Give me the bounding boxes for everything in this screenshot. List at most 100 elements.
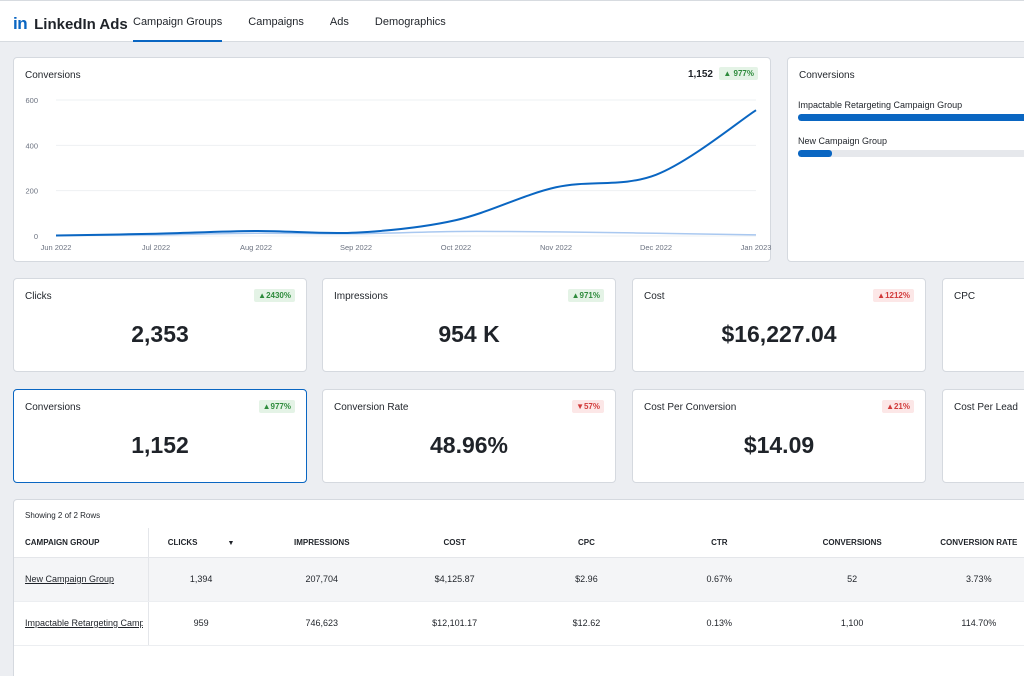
x-tick-label: Oct 2022 [441,243,471,252]
metric-label: Cost Per Conversion [644,402,737,413]
table-cell: 746,623 [253,601,391,646]
table-cell: $2.96 [518,557,654,602]
metric-card-cost-per-lead[interactable]: Cost Per Lead [942,389,1024,483]
table-cell: Impactable Retargeting Campaign Group [14,601,149,646]
arrow-up-icon: ▲ [886,402,894,411]
column-header[interactable]: CPC [518,528,654,558]
y-tick-label: 0 [34,232,38,241]
table-row: Impactable Retargeting Campaign Group 95… [14,601,1024,646]
campaign-groups-table: CAMPAIGN GROUP CLICKS ▼ IMPRESSIONS COST … [14,528,1024,646]
x-tick-label: Jun 2022 [41,243,72,252]
metric-label: Conversion Rate [334,402,409,413]
campaign-group-link[interactable]: Impactable Retargeting Campaign Group [25,618,143,628]
column-header[interactable]: IMPRESSIONS [253,528,391,558]
table-cell: 0.67% [653,557,785,602]
x-tick-label: Nov 2022 [540,243,572,252]
app-title: LinkedIn Ads [34,15,128,33]
table-cell: 3.73% [919,557,1024,602]
column-header[interactable]: CONVERSIONS [784,528,920,558]
metric-label: Cost Per Lead [954,402,1018,413]
metric-card-clicks[interactable]: Clicks ▲2430% 2,353 [13,278,307,372]
column-header[interactable]: CAMPAIGN GROUP [14,528,149,558]
metric-card-cost-per-conversion[interactable]: Cost Per Conversion ▲21% $14.09 [632,389,926,483]
y-tick-label: 600 [25,96,38,105]
arrow-up-icon: ▲ [571,291,580,300]
metric-card-cost[interactable]: Cost ▲1212% $16,227.04 [632,278,926,372]
metric-card-impressions[interactable]: Impressions ▲971% 954 K [322,278,616,372]
table-cell: $12.62 [518,601,654,646]
arrow-up-icon: ▲ [262,402,271,411]
x-tick-label: Jan 2023 [741,243,772,252]
metric-label: Impressions [334,291,388,302]
table-cell: 1,100 [784,601,920,646]
metric-label: Clicks [25,291,52,302]
table-cell: New Campaign Group [14,557,149,602]
conversions-chart-card: Conversions 1,152 ▲ 977% 0 200 400 600 Jun 2… [13,57,771,262]
column-header[interactable]: CTR [653,528,785,558]
linkedin-logo-icon: in [13,14,28,33]
column-header-label: CLICKS [167,537,198,547]
tab-ads[interactable]: Ads [330,1,349,42]
metric-value: $14.09 [743,432,815,458]
metric-value: $16,227.04 [721,321,837,347]
change-value: 2430% [266,291,291,300]
group-bar-fill [798,150,833,157]
sort-desc-icon[interactable]: ▼ [228,540,235,547]
table-cell: 0.13% [653,601,785,646]
metric-value: 1,152 [131,432,189,458]
metric-label: Conversions [25,402,81,413]
group-bar-track [798,150,1024,157]
y-tick-label: 200 [25,187,38,196]
campaign-group-link[interactable]: New Campaign Group [25,574,143,584]
metric-label: CPC [954,291,976,302]
change-badge: ▲21% [882,400,914,413]
arrow-down-icon: ▼ [576,402,584,411]
change-value: 1212% [885,291,910,300]
change-value: 57% [583,402,600,411]
table-cell: 207,704 [253,557,391,602]
tab-campaigns[interactable]: Campaigns [248,1,304,42]
table-header-row: CAMPAIGN GROUP CLICKS ▼ IMPRESSIONS COST … [14,528,1024,558]
tab-campaign-groups[interactable]: Campaign Groups [133,1,223,42]
tab-demographics[interactable]: Demographics [375,1,446,42]
arrow-up-icon: ▲ [258,291,267,300]
x-tick-label: Aug 2022 [240,243,272,252]
campaign-groups-table-card: Showing 2 of 2 Rows CAMPAIGN GROUP CLICK… [13,499,1024,676]
arrow-up-icon: ▲ [877,291,886,300]
table-cell: $12,101.17 [390,601,519,646]
metric-card-conversions[interactable]: Conversions ▲977% 1,152 [13,389,307,483]
table-cell: 52 [784,557,920,602]
top-bar: in LinkedIn Ads Campaign Groups Campaign… [0,0,1024,42]
column-header-clicks[interactable]: CLICKS ▼ [148,528,254,558]
brand: in LinkedIn Ads [13,14,128,34]
x-tick-label: Sep 2022 [340,243,372,252]
table-cell: 1,394 [148,557,254,602]
x-tick-label: Dec 2022 [640,243,672,252]
column-header[interactable]: CONVERSION RATE [919,528,1024,558]
y-tick-label: 400 [25,141,38,150]
metric-card-cpc[interactable]: CPC [942,278,1024,372]
nav-tabs: Campaign Groups Campaigns Ads Demographi… [133,1,472,42]
metric-card-conversion-rate[interactable]: Conversion Rate ▼57% 48.96% [322,389,616,483]
column-header[interactable]: COST [390,528,519,558]
table-cell: 114.70% [919,601,1024,646]
change-badge: ▲977% [258,400,295,413]
table-row: New Campaign Group 1,394 207,704 $4,125.… [14,557,1024,602]
metric-value: 48.96% [429,432,508,458]
change-value: 971% [579,291,600,300]
group-bar-track [798,114,1024,121]
change-badge: ▲2430% [254,289,295,302]
rows-count: Showing 2 of 2 Rows [25,511,101,520]
groups-card-title: Conversions [799,70,855,81]
change-badge: ▼57% [572,400,604,413]
change-value: 21% [893,402,910,411]
conversions-line-chart: 0 200 400 600 Jun 2022 Jul 2022 Aug 2022 Sep 20… [25,96,772,252]
group-bar-label: New Campaign Group [798,136,888,146]
table-cell: 959 [148,601,254,646]
change-badge: ▲1212% [873,289,914,302]
table-cell: $4,125.87 [390,557,519,602]
metric-label: Cost [644,291,665,302]
change-value: 977% [270,402,291,411]
group-bar-label: Impactable Retargeting Campaign Group [798,100,963,110]
x-tick-label: Jul 2022 [142,243,170,252]
